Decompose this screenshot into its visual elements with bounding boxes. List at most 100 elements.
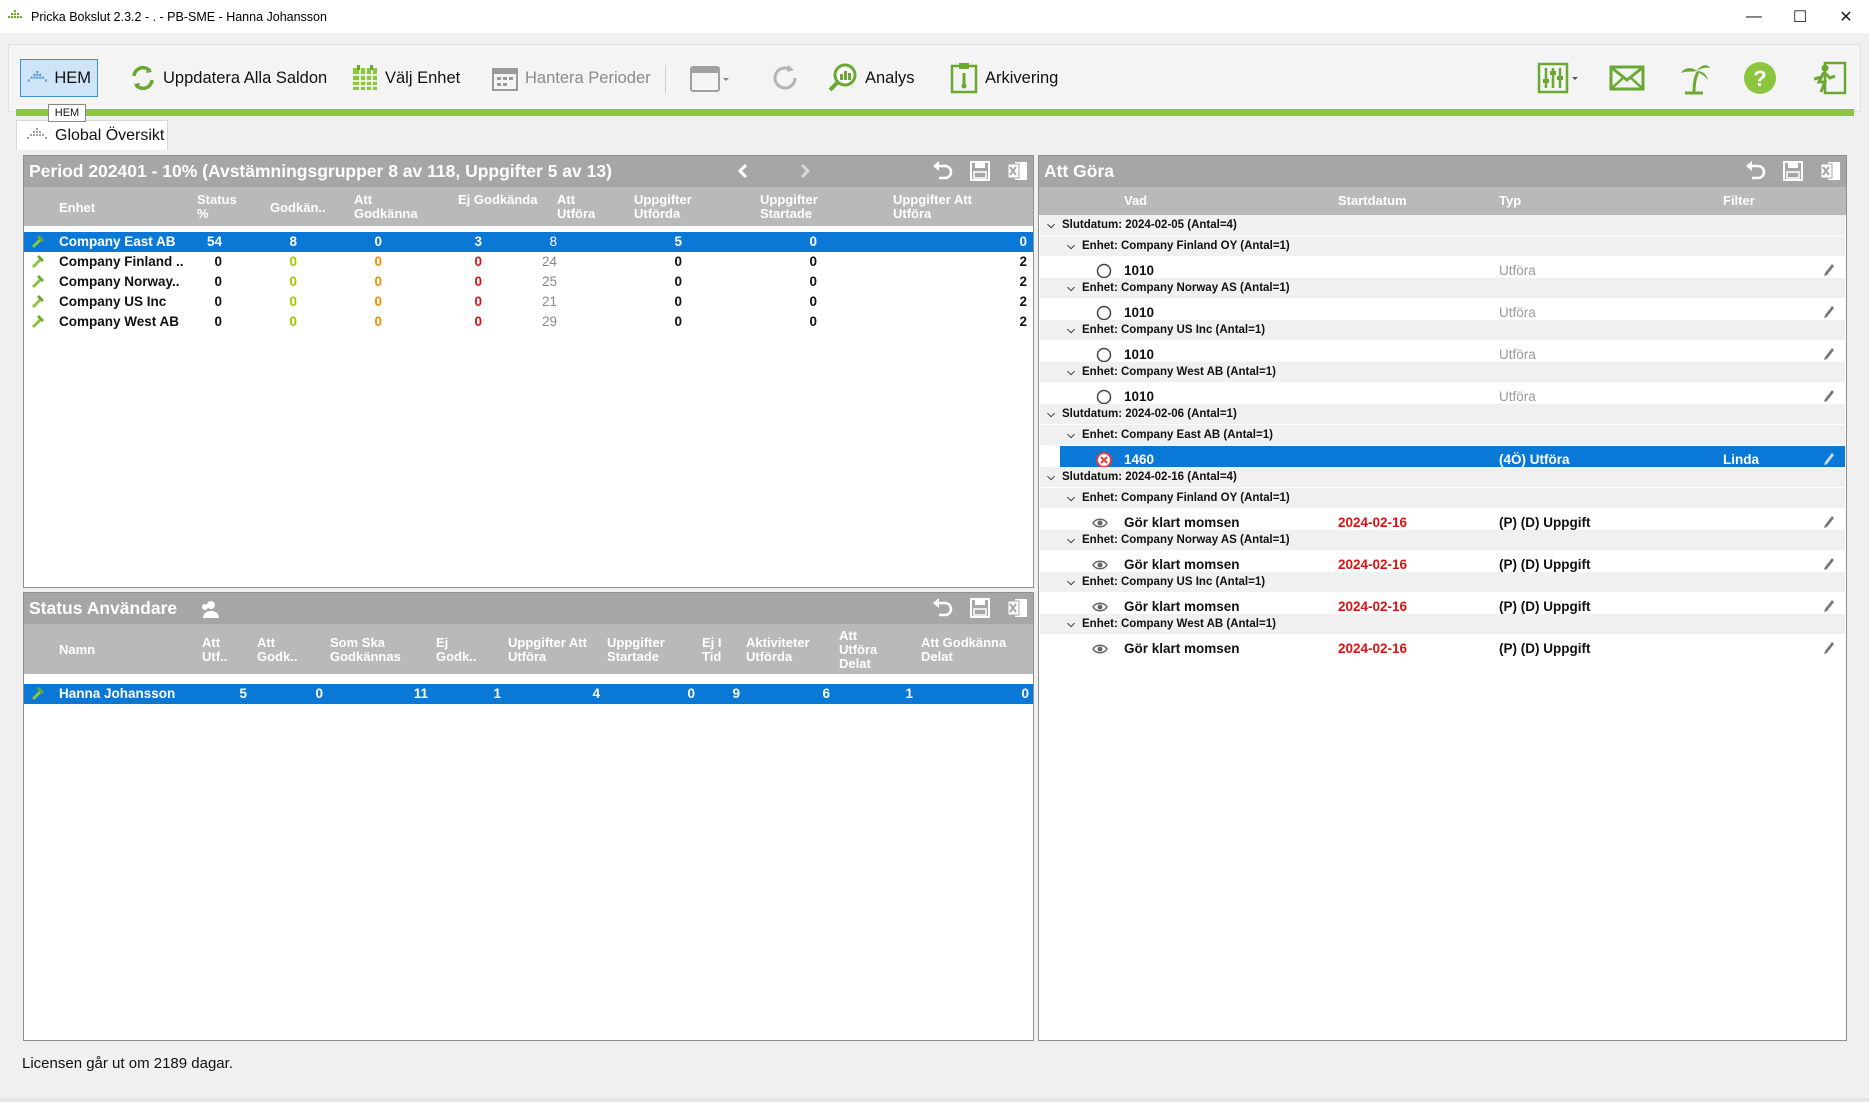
table-row[interactable]: Company West AB 0 0 0 0 29 0 0 2	[24, 312, 1033, 332]
col-enhet[interactable]: Enhet	[59, 201, 95, 215]
table-row[interactable]: Company Finland .. 0 0 0 0 24 0 0 2	[24, 252, 1033, 272]
todo-item-row[interactable]: 1460 (4Ö) Utföra Linda	[1060, 446, 1845, 468]
tree-group-header[interactable]: ⌵ Enhet: Company East AB (Antal=1)	[1040, 425, 1845, 445]
col-att-godk[interactable]: Att Godk..	[257, 636, 307, 664]
undo-icon[interactable]	[931, 160, 953, 182]
tree-group-header[interactable]: ⌵ Slutdatum: 2024-02-06 (Antal=1)	[1040, 404, 1845, 424]
chevron-down-icon[interactable]: ⌵	[1064, 241, 1078, 252]
todo-item-row[interactable]: 1010 Utföra	[1060, 299, 1845, 321]
update-balances-label: Uppdatera Alla Saldon	[163, 68, 328, 87]
table-row[interactable]: Company Norway.. 0 0 0 0 25 0 0 2	[24, 272, 1033, 292]
col-uppgifter-att-utfora[interactable]: Uppgifter Att Utföra	[893, 193, 993, 221]
col-som-ska-godkannas[interactable]: Som Ska Godkännas	[330, 636, 420, 664]
hem-button[interactable]: HEM	[20, 59, 98, 97]
col-uppgifter-startade[interactable]: Uppgifter Startade	[760, 193, 840, 221]
col-ej-godkanda[interactable]: Ej Godkända	[458, 193, 538, 207]
chevron-down-icon[interactable]: ⌵	[1044, 409, 1058, 420]
col-att-utfora[interactable]: Att Utföra	[557, 193, 607, 221]
col-att-godkanna[interactable]: Att Godkänna	[354, 193, 434, 221]
cell-upp-att-utfora: 2	[1019, 294, 1027, 309]
reload-button[interactable]	[769, 59, 807, 97]
col-vad[interactable]: Vad	[1124, 194, 1147, 208]
col-typ[interactable]: Typ	[1499, 194, 1521, 208]
todo-item-row[interactable]: 1010 Utföra	[1060, 383, 1845, 405]
chevron-down-icon[interactable]: ⌵	[1064, 577, 1078, 588]
tree-group-header[interactable]: ⌵ Enhet: Company US Inc (Antal=1)	[1040, 572, 1845, 592]
tree-group-header[interactable]: ⌵ Enhet: Company Norway AS (Antal=1)	[1040, 278, 1845, 298]
tab-global-overview[interactable]: Global Översikt	[16, 120, 168, 150]
tree-group-header[interactable]: ⌵ Enhet: Company West AB (Antal=1)	[1040, 362, 1845, 382]
archiving-button[interactable]: Arkivering	[949, 59, 1058, 97]
todo-item-row[interactable]: Gör klart momsen 2024-02-16 (P) (D) Uppgif…	[1060, 551, 1845, 572]
close-button[interactable]: ✕	[1823, 0, 1869, 33]
tree-group-header[interactable]: ⌵ Enhet: Company US Inc (Antal=1)	[1040, 320, 1845, 340]
chevron-down-icon[interactable]: ⌵	[1044, 472, 1058, 483]
chevron-down-icon[interactable]: ⌵	[1064, 493, 1078, 504]
col-status[interactable]: Status %	[197, 193, 247, 221]
save-icon[interactable]	[969, 160, 991, 182]
tree-group-header[interactable]: ⌵ Enhet: Company Finland OY (Antal=1)	[1040, 236, 1845, 256]
mail-button[interactable]	[1609, 59, 1651, 97]
col-aktiviteter-utforda[interactable]: Aktiviteter Utförda	[746, 636, 826, 664]
col-uppgifter-utforda[interactable]: Uppgifter Utförda	[634, 193, 714, 221]
chevron-down-icon[interactable]: ⌵	[1064, 619, 1078, 630]
pencil-icon[interactable]	[1823, 641, 1835, 658]
table-row[interactable]: Hanna Johansson 5 0 11 1 4 0 9 6 1 0	[24, 684, 1033, 704]
col-att-utf[interactable]: Att Utf..	[202, 636, 242, 664]
next-period-button[interactable]	[798, 163, 812, 184]
col-uppgifter-att-utfora[interactable]: Uppgifter Att Utföra	[508, 636, 588, 664]
todo-typ: Utföra	[1499, 389, 1536, 404]
chevron-down-icon[interactable]: ⌵	[1064, 283, 1078, 294]
col-godkan[interactable]: Godkän..	[270, 201, 326, 215]
calendar-dropdown-button[interactable]	[689, 59, 735, 97]
tree-group-header[interactable]: ⌵ Enhet: Company West AB (Antal=1)	[1040, 614, 1845, 634]
excel-export-icon[interactable]	[1007, 597, 1029, 619]
minimize-button[interactable]: —	[1731, 0, 1777, 33]
analysis-button[interactable]: Analys	[827, 59, 915, 97]
period-panel: Period 202401 - 10% (Avstämningsgrupper …	[23, 155, 1034, 588]
col-namn[interactable]: Namn	[59, 643, 95, 657]
undo-icon[interactable]	[931, 597, 953, 619]
wrench-icon	[30, 253, 46, 272]
users-icon[interactable]	[199, 599, 221, 619]
main-toolbar: HEM Uppdatera Alla Saldon Välj Enhet Han…	[8, 44, 1861, 112]
settings-dropdown-button[interactable]	[1537, 59, 1585, 97]
col-att-utfora-delat[interactable]: Att Utföra Delat	[839, 629, 889, 671]
vacation-button[interactable]	[1677, 59, 1717, 97]
tree-group-header[interactable]: ⌵ Enhet: Company Finland OY (Antal=1)	[1040, 488, 1845, 508]
table-row[interactable]: Company East AB 54 8 0 3 8 5 0 0	[24, 232, 1033, 252]
chevron-down-icon[interactable]: ⌵	[1064, 325, 1078, 336]
table-row[interactable]: Company US Inc 0 0 0 0 21 0 0 2	[24, 292, 1033, 312]
col-ej-godk[interactable]: Ej Godk..	[436, 636, 486, 664]
todo-item-row[interactable]: Gör klart momsen 2024-02-16 (P) (D) Uppgif…	[1060, 593, 1845, 614]
todo-item-row[interactable]: 1010 Utföra	[1060, 341, 1845, 363]
excel-export-icon[interactable]	[1007, 160, 1029, 182]
col-filter[interactable]: Filter	[1723, 194, 1755, 208]
tree-group-header[interactable]: ⌵ Slutdatum: 2024-02-05 (Antal=4)	[1040, 215, 1845, 235]
todo-item-row[interactable]: 1010 Utföra	[1060, 257, 1845, 279]
todo-item-row[interactable]: Gör klart momsen 2024-02-16 (P) (D) Uppgif…	[1060, 635, 1845, 656]
tree-group-header[interactable]: ⌵ Enhet: Company Norway AS (Antal=1)	[1040, 530, 1845, 550]
maximize-button[interactable]: ☐	[1777, 0, 1823, 33]
save-icon[interactable]	[969, 597, 991, 619]
save-icon[interactable]	[1782, 160, 1804, 182]
excel-export-icon[interactable]	[1820, 160, 1842, 182]
prev-period-button[interactable]	[736, 163, 750, 184]
chevron-down-icon[interactable]: ⌵	[1064, 367, 1078, 378]
undo-icon[interactable]	[1744, 160, 1766, 182]
update-balances-button[interactable]: Uppdatera Alla Saldon	[129, 59, 327, 97]
todo-item-row[interactable]: Gör klart momsen 2024-02-16 (P) (D) Uppgif…	[1060, 509, 1845, 530]
exit-button[interactable]	[1811, 59, 1853, 97]
select-unit-button[interactable]: Välj Enhet	[351, 59, 460, 97]
chevron-down-icon[interactable]: ⌵	[1064, 535, 1078, 546]
cell-enhet: Company Finland ..	[59, 254, 184, 269]
manage-periods-button[interactable]: Hantera Perioder	[491, 59, 651, 97]
tree-group-header[interactable]: ⌵ Slutdatum: 2024-02-16 (Antal=4)	[1040, 467, 1845, 487]
col-startdatum[interactable]: Startdatum	[1338, 194, 1407, 208]
help-button[interactable]: ?	[1743, 59, 1783, 97]
col-uppgifter-startade[interactable]: Uppgifter Startade	[607, 636, 687, 664]
chevron-down-icon[interactable]: ⌵	[1064, 430, 1078, 441]
col-ej-i-tid[interactable]: Ej I Tid	[702, 636, 732, 664]
col-att-godkanna-delat[interactable]: Att Godkänna Delat	[921, 636, 1021, 664]
chevron-down-icon[interactable]: ⌵	[1044, 220, 1058, 231]
